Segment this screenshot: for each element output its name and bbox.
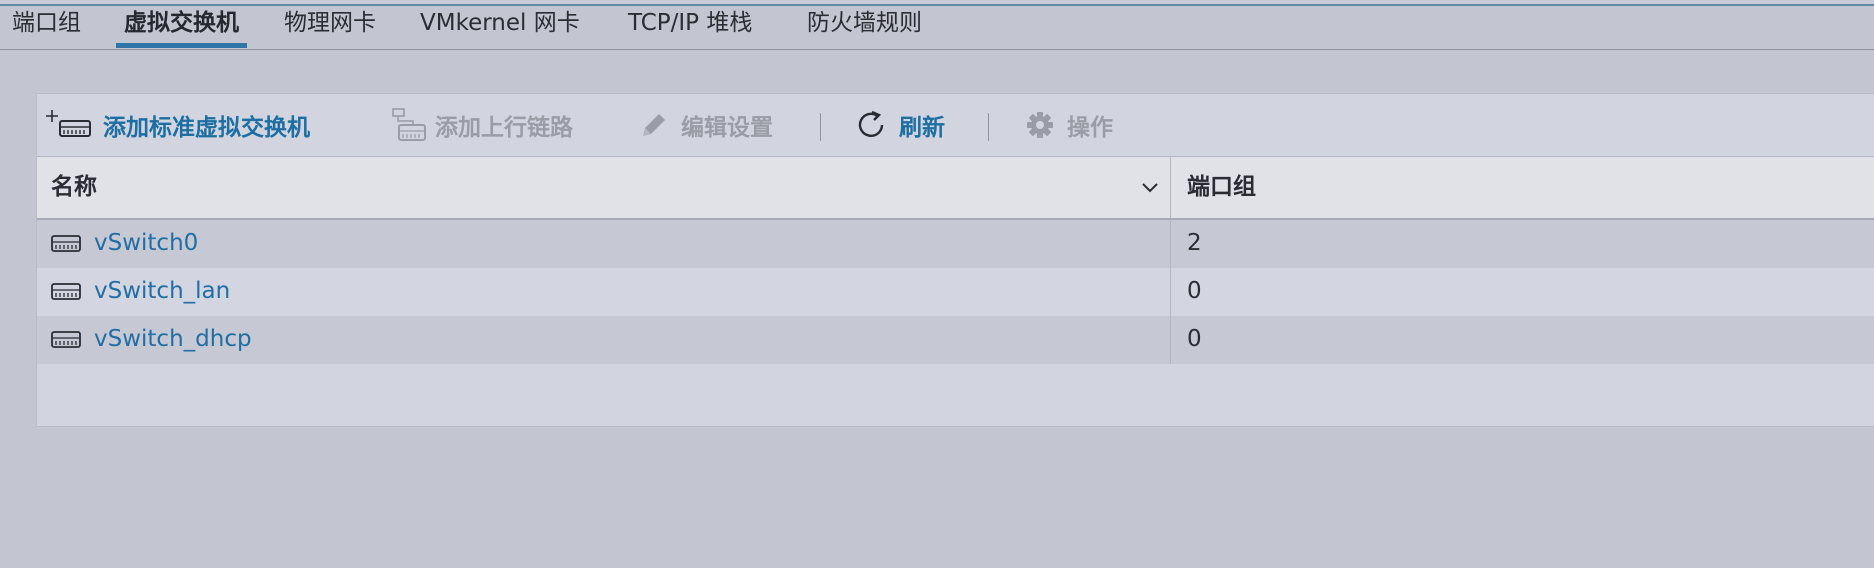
tab-label: 防火墙规则: [807, 10, 922, 36]
cell-name: vSwitch0: [37, 220, 1171, 268]
edit-settings-button[interactable]: 编辑设置: [639, 94, 773, 156]
tab-tcpip-stacks[interactable]: TCP/IP 堆栈: [628, 8, 752, 48]
pencil-icon: [639, 110, 669, 140]
add-switch-icon: [45, 108, 93, 142]
column-header-label: 名称: [51, 174, 97, 200]
column-header-name[interactable]: 名称: [37, 157, 1171, 218]
cell-name: vSwitch_dhcp: [37, 316, 1171, 364]
refresh-button[interactable]: 刷新: [855, 94, 945, 156]
port-group-count: 0: [1187, 326, 1202, 352]
tab-label: VMkernel 网卡: [420, 10, 580, 36]
add-uplink-icon: [391, 105, 427, 145]
cell-name: vSwitch_lan: [37, 268, 1171, 316]
switch-list-panel: 添加标准虚拟交换机 添加上行链路 编辑设置 刷新 操作 名称 端口组 vSwit…: [36, 93, 1874, 427]
tab-label: 端口组: [12, 10, 81, 36]
tab-port-groups[interactable]: 端口组: [12, 8, 81, 48]
tab-firewall-rules[interactable]: 防火墙规则: [807, 8, 922, 48]
edit-settings-label: 编辑设置: [681, 115, 773, 141]
switch-name-link[interactable]: vSwitch_lan: [94, 268, 230, 314]
tab-vmkernel-nics[interactable]: VMkernel 网卡: [420, 8, 580, 48]
tab-virtual-switches[interactable]: 虚拟交换机: [116, 8, 247, 48]
actions-label: 操作: [1067, 115, 1113, 141]
switch-icon: [51, 282, 81, 306]
refresh-icon: [855, 109, 887, 141]
column-header-port-groups[interactable]: 端口组: [1187, 157, 1256, 217]
port-group-count: 2: [1187, 230, 1202, 256]
tab-label: TCP/IP 堆栈: [628, 10, 753, 36]
add-switch-label: 添加标准虚拟交换机: [103, 115, 310, 141]
table-row[interactable]: vSwitch_dhcp 0: [37, 316, 1874, 364]
table-row[interactable]: vSwitch0 2: [37, 220, 1874, 268]
actions-button[interactable]: 操作: [1025, 94, 1113, 156]
tab-label: 物理网卡: [284, 10, 376, 36]
grid-header: 名称 端口组: [37, 156, 1874, 220]
chevron-down-icon[interactable]: [1141, 179, 1159, 198]
switch-name-link[interactable]: vSwitch_dhcp: [94, 316, 252, 362]
tab-bar: 端口组 虚拟交换机 物理网卡 VMkernel 网卡 TCP/IP 堆栈 防火墙…: [0, 6, 1874, 50]
toolbar: 添加标准虚拟交换机 添加上行链路 编辑设置 刷新 操作: [37, 94, 1874, 156]
switch-icon: [51, 234, 81, 258]
switch-name-link[interactable]: vSwitch0: [94, 220, 198, 266]
table-row[interactable]: vSwitch_lan 0: [37, 268, 1874, 316]
refresh-label: 刷新: [899, 115, 945, 141]
toolbar-separator: [988, 113, 989, 141]
port-group-count: 0: [1187, 278, 1202, 304]
gear-icon: [1025, 110, 1055, 140]
active-tab-indicator: [116, 43, 247, 48]
tab-label: 虚拟交换机: [124, 10, 239, 36]
add-uplink-button[interactable]: 添加上行链路: [391, 94, 573, 156]
switch-icon: [51, 330, 81, 354]
add-uplink-label: 添加上行链路: [435, 115, 573, 141]
tab-physical-nics[interactable]: 物理网卡: [284, 8, 376, 48]
toolbar-separator: [820, 113, 821, 141]
add-standard-switch-button[interactable]: 添加标准虚拟交换机: [45, 94, 310, 156]
